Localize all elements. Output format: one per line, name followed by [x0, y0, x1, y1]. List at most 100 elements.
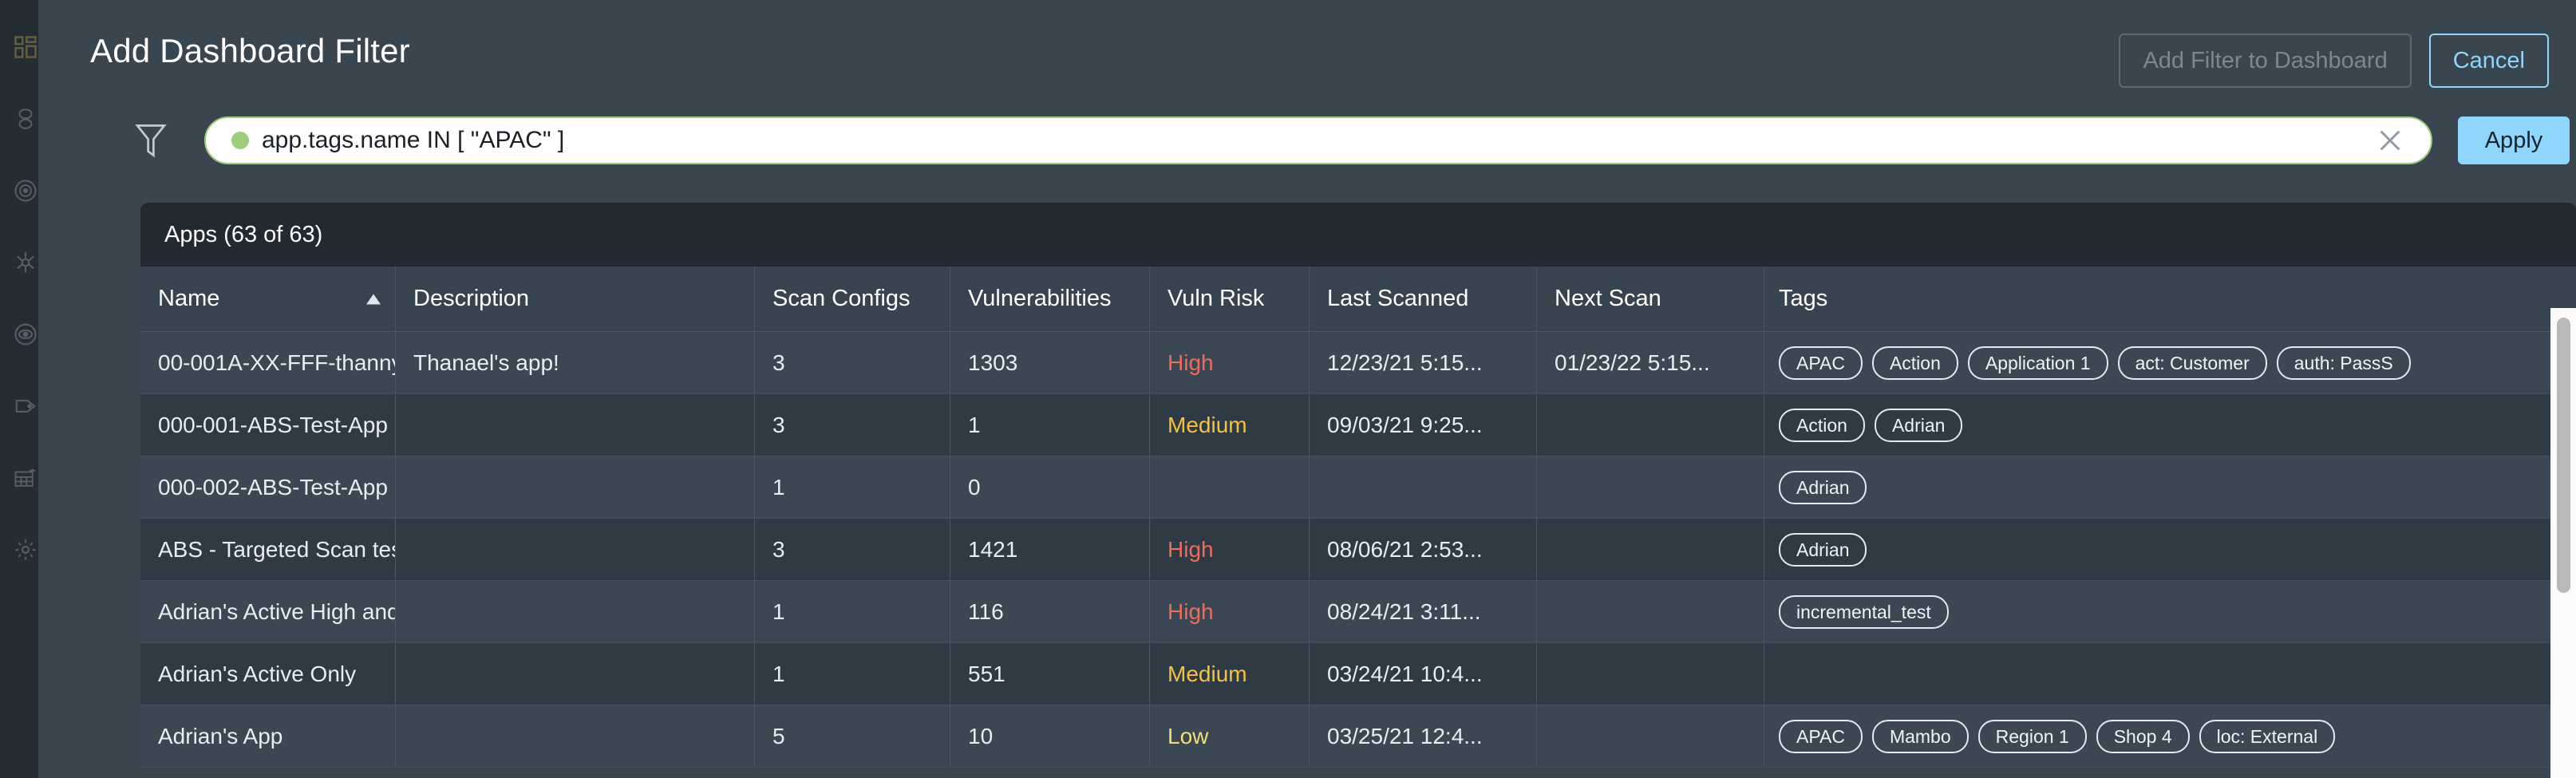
cell-vuln: 551: [950, 643, 1150, 705]
cell-desc: Thanael's app!: [396, 332, 755, 394]
cell-last: 12/23/21 5:15...: [1310, 332, 1537, 394]
tag-pill[interactable]: Shop 4: [2096, 719, 2190, 753]
cell-text: Thanael's app!: [413, 350, 559, 375]
status-badge: High: [1167, 350, 1214, 375]
cell-vuln: 1303: [950, 332, 1150, 394]
table-row[interactable]: Adrian's Active High and Me... 1 116 High 08…: [140, 581, 2576, 643]
cell-vuln: 1421: [950, 519, 1150, 581]
bug-icon[interactable]: [12, 249, 39, 276]
cell-text: 01/23/22 5:15...: [1555, 350, 1710, 375]
cell-next: [1537, 456, 1764, 519]
column-header-name[interactable]: Name: [140, 267, 396, 331]
cell-text: Adrian's Active High and Me...: [158, 598, 396, 624]
target-scan-icon[interactable]: [12, 177, 39, 204]
cell-text: 12/23/21 5:15...: [1327, 350, 1483, 375]
tag-pill[interactable]: APAC: [1779, 719, 1863, 753]
filter-bar: app.tags.name IN [ "APAC" ] Apply: [38, 102, 2576, 176]
add-filter-to-dashboard-button[interactable]: Add Filter to Dashboard: [2119, 34, 2412, 88]
tag-pill[interactable]: auth: PassS: [2276, 346, 2411, 380]
column-header-label: Scan Configs: [772, 286, 911, 311]
filter-query-input[interactable]: app.tags.name IN [ "APAC" ]: [204, 117, 2432, 164]
table-header-row: Name Description Scan Configs Vulnerabiliti…: [140, 267, 2576, 332]
cell-last: [1310, 456, 1537, 519]
cell-scan: 1: [755, 456, 950, 519]
tag-pill[interactable]: Adrian: [1874, 408, 1963, 442]
cancel-button[interactable]: Cancel: [2428, 34, 2549, 88]
table-row[interactable]: Adrian's App 5 10 Low 03/25/21 12:4... APAC Ma…: [140, 705, 2576, 768]
tag-pill[interactable]: APAC: [1779, 346, 1863, 380]
cell-text: 3: [772, 350, 785, 375]
dialog-header: Add Dashboard Filter Add Filter to Dashb…: [38, 0, 2576, 102]
cell-name: 00-001A-XX-FFF-thannymac...: [140, 332, 396, 394]
close-icon[interactable]: [2376, 127, 2404, 154]
cell-text: 116: [968, 598, 1004, 624]
table-vertical-scrollbar[interactable]: [2550, 308, 2576, 778]
scrollbar-thumb[interactable]: [2557, 318, 2570, 593]
tag-list: Adrian: [1779, 470, 1867, 504]
cell-tags: incremental_test: [1764, 581, 2576, 643]
cell-text: 3: [772, 412, 785, 437]
cell-text: 1303: [968, 350, 1018, 375]
cell-desc: [396, 519, 755, 581]
tag-pill[interactable]: Action: [1871, 346, 1958, 380]
column-header-last[interactable]: Last Scanned: [1310, 267, 1537, 331]
tag-list: Adrian: [1779, 532, 1867, 567]
cell-text: 03/25/21 12:4...: [1327, 723, 1483, 748]
cell-name: Adrian's App: [140, 705, 396, 768]
cell-text: 0: [968, 474, 981, 500]
table-row[interactable]: 000-001-ABS-Test-App 3 1 Medium 09/03/21 9:2…: [140, 394, 2576, 456]
cell-text: Adrian's Active Only: [158, 661, 357, 686]
cell-text: 10: [968, 723, 994, 748]
cell-risk: High: [1150, 332, 1310, 394]
cell-last: 08/24/21 3:11...: [1310, 581, 1537, 643]
apply-button[interactable]: Apply: [2458, 117, 2570, 164]
column-header-tags[interactable]: Tags: [1764, 267, 2576, 331]
status-badge: Medium: [1167, 661, 1247, 686]
tag-icon[interactable]: [12, 393, 39, 420]
apps-table: Name Description Scan Configs Vulnerabiliti…: [140, 267, 2576, 768]
table-report-icon[interactable]: [12, 464, 39, 492]
cell-scan: 3: [755, 332, 950, 394]
column-header-risk[interactable]: Vuln Risk: [1150, 267, 1310, 331]
cell-text: Adrian's App: [158, 723, 283, 748]
cell-text: 1: [772, 661, 785, 686]
tag-list: Action Adrian: [1779, 408, 1963, 442]
column-header-desc[interactable]: Description: [396, 267, 755, 331]
tag-pill[interactable]: Mambo: [1871, 719, 1969, 753]
column-header-vuln[interactable]: Vulnerabilities: [950, 267, 1150, 331]
tag-pill[interactable]: incremental_test: [1779, 594, 1949, 629]
cell-risk: High: [1150, 581, 1310, 643]
cell-next: 01/23/22 5:15...: [1537, 332, 1764, 394]
cell-last: 03/24/21 10:4...: [1310, 643, 1537, 705]
column-header-next[interactable]: Next Scan: [1537, 267, 1764, 331]
tag-pill[interactable]: Application 1: [1967, 346, 2108, 380]
cell-vuln: 116: [950, 581, 1150, 643]
cell-risk: Low: [1150, 705, 1310, 768]
column-header-label: Vulnerabilities: [968, 286, 1112, 311]
cell-risk: Medium: [1150, 394, 1310, 456]
status-badge: Low: [1167, 723, 1209, 748]
table-row[interactable]: 000-002-ABS-Test-App 1 0 Adrian: [140, 456, 2576, 519]
cell-tags: APAC Mambo Region 1 Shop 4 loc: External: [1764, 705, 2576, 768]
table-row[interactable]: Adrian's Active Only 1 551 Medium 03/24/21 1…: [140, 643, 2576, 705]
cell-text: 09/03/21 9:25...: [1327, 412, 1483, 437]
table-row[interactable]: 00-001A-XX-FFF-thannymac... Thanael's app…: [140, 332, 2576, 394]
eye-scan-icon[interactable]: [12, 321, 39, 348]
settings-gear-icon[interactable]: [12, 536, 39, 563]
column-header-label: Vuln Risk: [1167, 286, 1265, 311]
dashboard-grid-icon[interactable]: [12, 34, 39, 61]
tag-pill[interactable]: Adrian: [1779, 532, 1867, 567]
cell-tags: APAC Action Application 1 act: Customer auth…: [1764, 332, 2576, 394]
tag-pill[interactable]: Action: [1779, 408, 1865, 442]
cell-text: 1421: [968, 536, 1018, 562]
app-rail: [0, 0, 38, 778]
tag-pill[interactable]: loc: External: [2199, 719, 2336, 753]
apps-panel-title: Apps (63 of 63): [140, 203, 2576, 267]
table-row[interactable]: ABS - Targeted Scan test 3 1421 High 08/06/2…: [140, 519, 2576, 581]
column-header-scan[interactable]: Scan Configs: [755, 267, 950, 331]
two-circles-icon[interactable]: [12, 105, 39, 132]
tag-pill[interactable]: Region 1: [1977, 719, 2087, 753]
tag-pill[interactable]: act: Customer: [2117, 346, 2267, 380]
sort-ascending-icon[interactable]: [366, 294, 381, 304]
tag-pill[interactable]: Adrian: [1779, 470, 1867, 504]
